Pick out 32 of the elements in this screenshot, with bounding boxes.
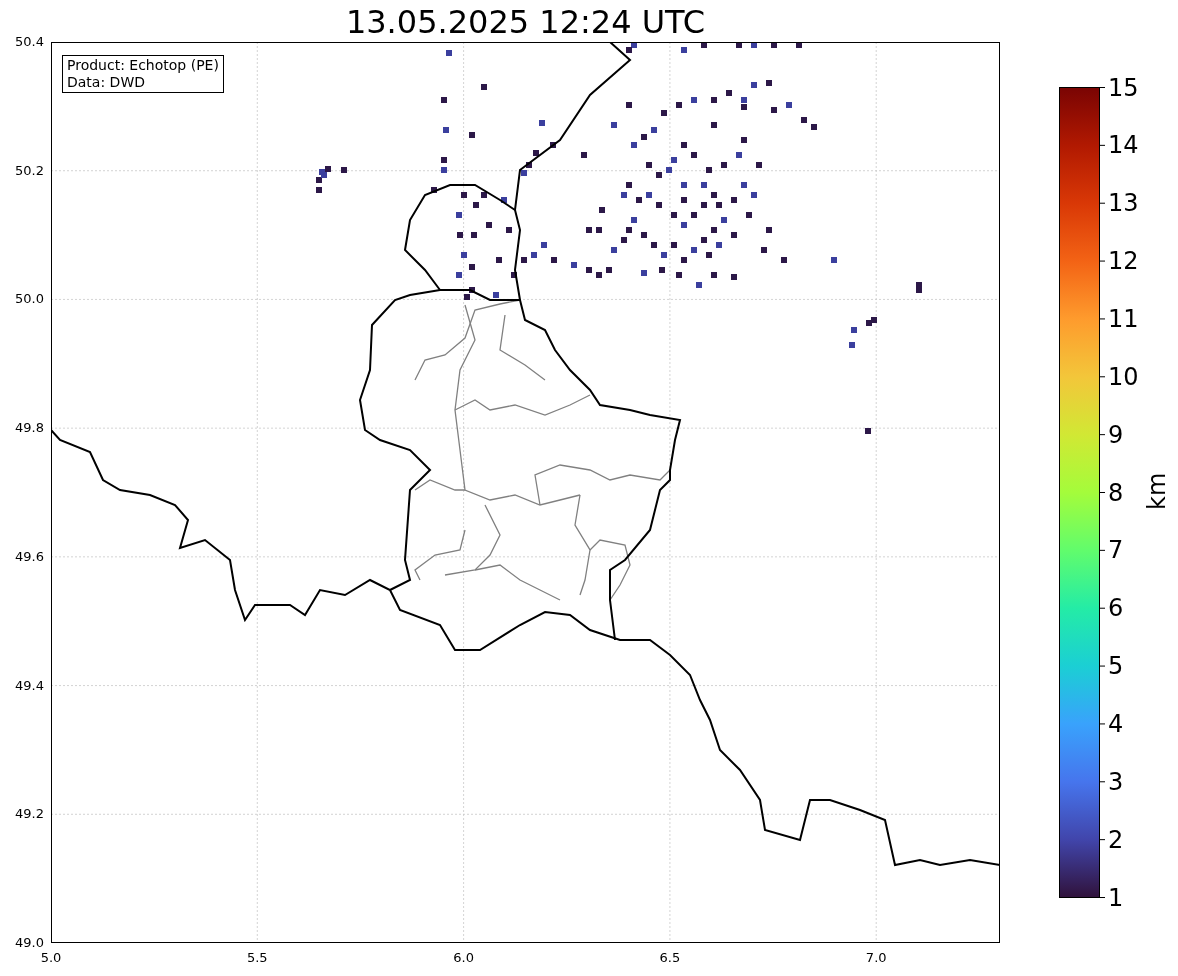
colorbar-tick-label: 10 (1108, 363, 1139, 390)
colorbar-tick-label: 5 (1108, 653, 1124, 680)
colorbar-tick-label: 14 (1108, 132, 1139, 159)
y-tick-label: 50.2 (14, 162, 44, 179)
y-tick-label: 49.4 (14, 677, 44, 694)
colorbar-tick-label: 4 (1108, 710, 1124, 737)
info-text: Product: Echotop (PE) (67, 57, 219, 74)
colorbar-tick-label: 13 (1108, 190, 1139, 217)
x-tick-label: 6.5 (658, 950, 682, 966)
y-tick-label: 49.0 (14, 935, 44, 951)
colorbar-tick-label: 15 (1108, 74, 1139, 101)
colorbar-tick-label: 7 (1108, 537, 1124, 564)
colorbar-tick-label: 1 (1108, 884, 1124, 911)
colorbar-tick-label: 11 (1108, 305, 1139, 332)
y-tick-label: 49.2 (14, 806, 44, 823)
colorbar-tick-label: 8 (1108, 479, 1124, 506)
y-tick-label: 50.4 (14, 34, 44, 50)
colorbar-tick-label: 12 (1108, 248, 1139, 275)
x-tick-label: 7.0 (864, 950, 888, 966)
info-text: Data: DWD (67, 74, 146, 91)
chart-title: 13.05.2025 12:24 UTC (344, 3, 707, 41)
x-tick-label: 5.0 (39, 950, 63, 966)
x-tick-label: 5.5 (245, 950, 269, 966)
colorbar-tick-label: 2 (1108, 826, 1124, 853)
x-tick-label: 6.0 (452, 950, 475, 966)
colorbar-tick-label: 3 (1108, 768, 1124, 795)
y-tick-label: 49.6 (14, 548, 44, 565)
colorbar-label: km (1142, 476, 1172, 510)
colorbar-tick-label: 6 (1108, 595, 1124, 622)
y-tick-label: 50.0 (14, 291, 44, 308)
colorbar-tick-label: 9 (1108, 421, 1124, 448)
y-tick-label: 49.8 (14, 420, 44, 437)
